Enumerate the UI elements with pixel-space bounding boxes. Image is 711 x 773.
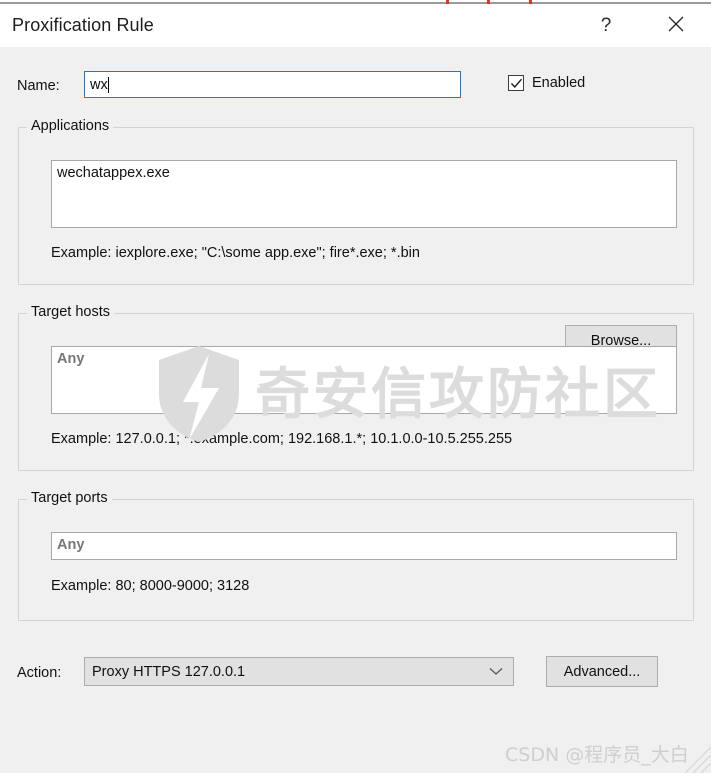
- question-mark-icon: ?: [600, 15, 612, 36]
- window-title: Proxification Rule: [12, 15, 154, 35]
- name-input[interactable]: wx: [84, 71, 461, 98]
- close-button[interactable]: [655, 8, 697, 44]
- target-hosts-group-title: Target hosts: [27, 304, 114, 320]
- applications-group-title: Applications: [27, 118, 114, 134]
- action-dropdown[interactable]: Proxy HTTPS 127.0.0.1: [84, 657, 514, 686]
- target-ports-input[interactable]: Any: [51, 532, 677, 560]
- name-input-value: wx: [90, 76, 108, 93]
- title-bar: Proxification Rule ?: [0, 4, 711, 48]
- enabled-checkbox[interactable]: Enabled: [508, 75, 585, 91]
- target-ports-group: Target ports Any Example: 80; 8000-9000;…: [18, 490, 694, 621]
- help-button[interactable]: ?: [585, 8, 627, 44]
- applications-textarea[interactable]: wechatappex.exe: [51, 160, 677, 228]
- action-selected-value: Proxy HTTPS 127.0.0.1: [92, 663, 246, 680]
- target-ports-value: Any: [57, 537, 85, 553]
- chevron-down-icon: [489, 663, 503, 681]
- enabled-checkbox-label: Enabled: [532, 75, 586, 91]
- applications-group: Applications wechatappex.exe Example: ie…: [18, 118, 694, 356]
- checkmark-icon: [510, 78, 523, 89]
- applications-value: wechatappex.exe: [57, 165, 170, 181]
- close-icon: [668, 16, 684, 37]
- advanced-button[interactable]: Advanced...: [546, 656, 658, 687]
- target-hosts-example-text: Example: 127.0.0.1; *.example.com; 192.1…: [51, 431, 513, 447]
- target-ports-group-title: Target ports: [27, 490, 112, 506]
- action-label: Action:: [17, 665, 62, 681]
- target-hosts-textarea[interactable]: Any: [51, 346, 677, 414]
- checkbox-box: [508, 75, 524, 91]
- target-hosts-group: Target hosts Any Example: 127.0.0.1; *.e…: [18, 304, 694, 471]
- target-hosts-value: Any: [57, 351, 85, 367]
- applications-example-text: Example: iexplore.exe; "C:\some app.exe"…: [51, 245, 420, 261]
- text-caret: [107, 76, 109, 93]
- proxification-rule-dialog: Proxification Rule ? Name: wx Enabled Ap…: [0, 0, 711, 773]
- target-ports-example-text: Example: 80; 8000-9000; 3128: [51, 578, 250, 594]
- dialog-client-area: Name: wx Enabled Applications wechatappe…: [0, 47, 711, 773]
- name-label: Name:: [17, 78, 60, 94]
